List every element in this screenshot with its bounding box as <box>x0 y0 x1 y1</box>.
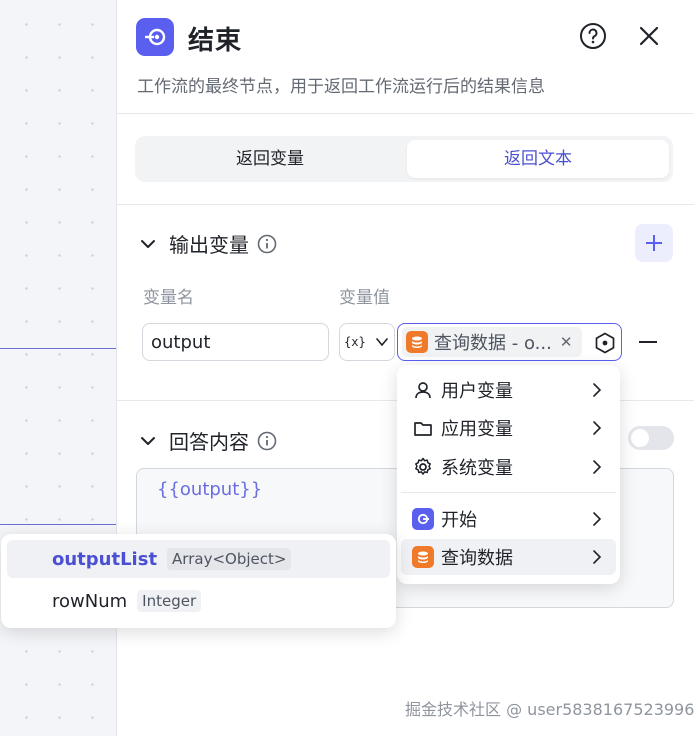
end-node-icon <box>136 18 174 56</box>
node-output-field-menu: outputList Array<Object> rowNum Integer <box>1 534 396 628</box>
chevron-right-icon <box>593 512 602 526</box>
field-item-outputlist[interactable]: outputList Array<Object> <box>7 540 390 578</box>
plus-icon <box>646 235 662 251</box>
remove-reference-icon[interactable]: ✕ <box>560 333 573 351</box>
return-mode-tabs: 返回变量 返回文本 <box>117 114 694 205</box>
variable-type-icon: {x} <box>344 335 366 349</box>
start-node-icon <box>411 507 435 531</box>
menu-item-label: 系统变量 <box>441 458 513 479</box>
canvas-connection-line <box>0 524 118 525</box>
panel-title: 结束 <box>188 26 243 56</box>
answer-section-title: 回答内容 <box>169 430 249 454</box>
chevron-down-icon <box>141 239 155 248</box>
help-circle-icon[interactable] <box>579 22 607 50</box>
menu-item-label: 查询数据 <box>441 548 513 569</box>
toggle-knob <box>631 429 649 447</box>
chevron-down-icon <box>375 338 388 347</box>
variable-type-select[interactable]: {x} <box>339 323 395 361</box>
gear-icon <box>411 455 435 479</box>
menu-item-query-data-node[interactable]: 查询数据 <box>401 539 616 575</box>
answer-section-header[interactable]: 回答内容 <box>139 426 277 455</box>
menu-item-app-variables[interactable]: 应用变量 <box>401 410 616 446</box>
remove-variable-button[interactable] <box>639 341 657 343</box>
variable-value-input[interactable]: 查询数据 - o... ✕ <box>397 323 622 361</box>
menu-item-start-node[interactable]: 开始 <box>401 501 616 537</box>
column-label-name: 变量名 <box>143 288 194 308</box>
tab-return-text[interactable]: 返回文本 <box>407 140 669 178</box>
variable-picker-icon[interactable] <box>594 332 616 354</box>
user-icon <box>411 378 435 402</box>
chevron-right-icon <box>593 421 602 435</box>
field-name: outputList <box>52 548 158 570</box>
variable-name-input[interactable]: output <box>142 323 329 361</box>
panel-description: 工作流的最终节点，用于返回工作流运行后的结果信息 <box>137 77 545 97</box>
field-name: rowNum <box>52 590 128 612</box>
menu-item-label: 用户变量 <box>441 381 513 402</box>
menu-item-user-variables[interactable]: 用户变量 <box>401 372 616 408</box>
menu-divider <box>401 492 616 493</box>
canvas-connection-line <box>0 348 118 349</box>
database-node-icon <box>411 545 435 569</box>
panel-header: 结束 工作流的最终节点，用于返回工作流运行后的结果信息 <box>117 0 694 114</box>
info-icon[interactable] <box>257 234 277 254</box>
variable-reference-chip[interactable]: 查询数据 - o... ✕ <box>402 327 582 357</box>
output-section-header[interactable]: 输出变量 <box>139 229 277 258</box>
folder-icon <box>411 416 435 440</box>
field-item-rownum[interactable]: rowNum Integer <box>7 582 390 620</box>
column-label-value: 变量值 <box>339 288 390 308</box>
add-variable-button[interactable] <box>635 224 673 262</box>
variable-source-menu: 用户变量 应用变量 系统变量 开始 查询数据 <box>397 365 620 584</box>
chevron-right-icon <box>593 383 602 397</box>
chevron-right-icon <box>593 550 602 564</box>
variable-reference-label: 查询数据 - o... <box>434 333 552 354</box>
chevron-down-icon <box>141 436 155 445</box>
tab-return-variable[interactable]: 返回变量 <box>139 140 401 178</box>
database-node-icon <box>406 331 428 353</box>
output-section-title: 输出变量 <box>169 233 249 257</box>
info-icon[interactable] <box>257 431 277 451</box>
field-type-badge: Array<Object> <box>167 548 292 570</box>
answer-content-text: {{output}} <box>157 479 263 500</box>
menu-item-label: 开始 <box>441 510 477 531</box>
close-icon[interactable] <box>635 22 663 50</box>
chevron-right-icon <box>593 460 602 474</box>
field-type-badge: Integer <box>137 590 202 612</box>
streaming-toggle[interactable] <box>628 426 674 450</box>
menu-item-system-variables[interactable]: 系统变量 <box>401 449 616 485</box>
menu-item-label: 应用变量 <box>441 419 513 440</box>
segmented-control: 返回变量 返回文本 <box>135 136 673 182</box>
watermark: 掘金技术社区 @ user5838167523996 <box>405 700 694 719</box>
